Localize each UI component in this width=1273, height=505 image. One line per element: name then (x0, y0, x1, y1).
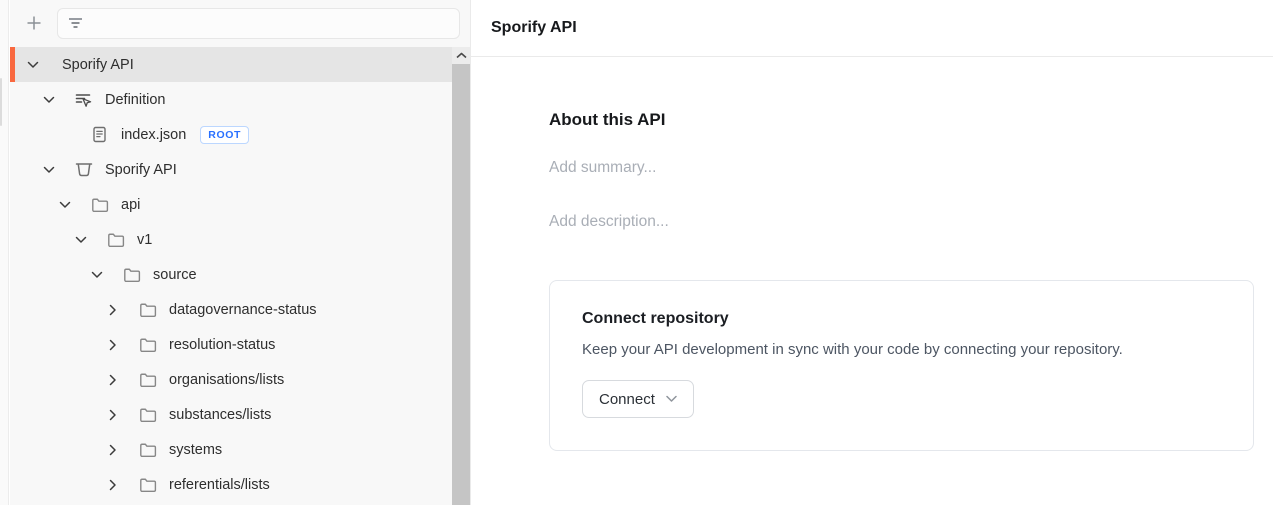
connect-button-label: Connect (599, 391, 655, 408)
summary-editor[interactable]: Add summary... (549, 159, 1253, 177)
sidebar-toolbar (10, 0, 470, 46)
tree-item-substances-lists[interactable]: substances/lists (10, 397, 470, 432)
filter-icon (67, 16, 84, 30)
tree-item-label: Sporify API (105, 162, 177, 178)
tree-item-organisations-lists[interactable]: organisations/lists (10, 362, 470, 397)
filter-files-input[interactable] (92, 15, 450, 31)
root-badge: ROOT (200, 126, 249, 144)
tree-item-label: index.json (121, 127, 186, 143)
tree-item-referentials-lists[interactable]: referentials/lists (10, 467, 470, 502)
chevron-down-icon[interactable] (90, 268, 104, 282)
tree-item-source-folder[interactable]: source (10, 257, 470, 292)
tree-item-label: Definition (105, 92, 165, 108)
chevron-right-icon[interactable] (106, 303, 120, 317)
page-title: Sporify API (491, 19, 577, 37)
rail-scroll-indicator[interactable] (0, 78, 2, 126)
folder-icon (138, 301, 157, 319)
connect-repository-card: Connect repository Keep your API develop… (549, 280, 1254, 451)
tree-item-label: datagovernance-status (169, 302, 317, 318)
chevron-right-icon[interactable] (106, 443, 120, 457)
tree-item-label: organisations/lists (169, 372, 284, 388)
plus-icon (26, 15, 42, 31)
file-tree-sidebar: Sporify API Definition index.json ROOT S… (10, 0, 470, 505)
main-header: Sporify API (471, 0, 1273, 57)
chevron-down-icon[interactable] (26, 58, 40, 72)
main-body: About this API Add summary... Add descri… (471, 57, 1273, 451)
tree-item-label: source (153, 267, 197, 283)
folder-icon (138, 406, 157, 424)
add-file-button[interactable] (23, 12, 45, 34)
scrollbar-up-button[interactable] (452, 47, 470, 64)
chevron-up-icon (456, 52, 467, 59)
chevron-down-icon[interactable] (74, 233, 88, 247)
connect-card-title: Connect repository (582, 310, 1221, 328)
tree-item-v1-folder[interactable]: v1 (10, 222, 470, 257)
api-definition-icon (74, 91, 93, 109)
tree-item-resolution-status[interactable]: resolution-status (10, 327, 470, 362)
file-icon (90, 126, 109, 144)
tree-item-api-folder[interactable]: api (10, 187, 470, 222)
file-tree: Sporify API Definition index.json ROOT S… (10, 47, 470, 505)
about-section-title: About this API (549, 110, 1253, 130)
tree-item-label: v1 (137, 232, 152, 248)
tree-item-label: resolution-status (169, 337, 275, 353)
tree-item-label: Sporify API (62, 57, 134, 73)
chevron-right-icon[interactable] (106, 408, 120, 422)
folder-icon (138, 336, 157, 354)
chevron-right-icon[interactable] (106, 373, 120, 387)
description-editor[interactable]: Add description... (549, 213, 1253, 231)
scrollbar-thumb[interactable] (452, 64, 470, 505)
chevron-down-icon[interactable] (42, 163, 56, 177)
sidebar-scrollbar[interactable] (452, 47, 470, 505)
tree-item-systems[interactable]: systems (10, 432, 470, 467)
folder-icon (90, 196, 109, 214)
tree-item-api-group[interactable]: Sporify API (10, 152, 470, 187)
tree-item-label: substances/lists (169, 407, 271, 423)
api-bucket-icon (74, 161, 93, 179)
left-rail (0, 0, 9, 505)
chevron-down-icon[interactable] (42, 93, 56, 107)
main-panel: Sporify API About this API Add summary..… (470, 0, 1273, 505)
filter-files-box[interactable] (57, 8, 460, 39)
chevron-down-icon[interactable] (58, 198, 72, 212)
folder-icon (138, 441, 157, 459)
app-window: Sporify API Definition index.json ROOT S… (0, 0, 1273, 505)
tree-item-label: api (121, 197, 140, 213)
connect-button[interactable]: Connect (582, 380, 694, 418)
tree-item-label: referentials/lists (169, 477, 270, 493)
tree-item-project-root[interactable]: Sporify API (10, 47, 470, 82)
chevron-right-icon[interactable] (106, 338, 120, 352)
folder-icon (138, 371, 157, 389)
tree-item-index-json[interactable]: index.json ROOT (10, 117, 470, 152)
folder-icon (138, 476, 157, 494)
connect-card-description: Keep your API development in sync with y… (582, 341, 1221, 358)
chevron-right-icon[interactable] (106, 478, 120, 492)
folder-icon (106, 231, 125, 249)
tree-item-definition[interactable]: Definition (10, 82, 470, 117)
tree-item-label: systems (169, 442, 222, 458)
tree-item-datagovernance-status[interactable]: datagovernance-status (10, 292, 470, 327)
folder-icon (122, 266, 141, 284)
chevron-down-icon (666, 395, 677, 403)
